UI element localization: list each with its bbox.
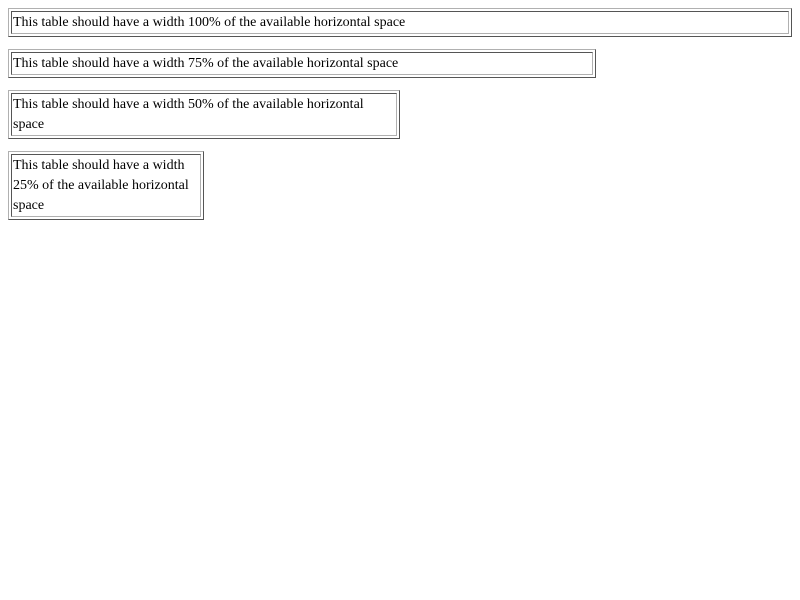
- table-cell: This table should have a width 25% of th…: [11, 154, 201, 217]
- table-cell: This table should have a width 100% of t…: [11, 11, 789, 34]
- table-width-100: This table should have a width 100% of t…: [8, 8, 792, 37]
- table-cell: This table should have a width 75% of th…: [11, 52, 593, 75]
- table-row: This table should have a width 25% of th…: [11, 154, 201, 217]
- table-row: This table should have a width 75% of th…: [11, 52, 593, 75]
- table-width-25: This table should have a width 25% of th…: [8, 151, 204, 220]
- table-row: This table should have a width 100% of t…: [11, 11, 789, 34]
- table-row: This table should have a width 50% of th…: [11, 93, 397, 136]
- table-cell: This table should have a width 50% of th…: [11, 93, 397, 136]
- table-width-50: This table should have a width 50% of th…: [8, 90, 400, 139]
- table-width-75: This table should have a width 75% of th…: [8, 49, 596, 78]
